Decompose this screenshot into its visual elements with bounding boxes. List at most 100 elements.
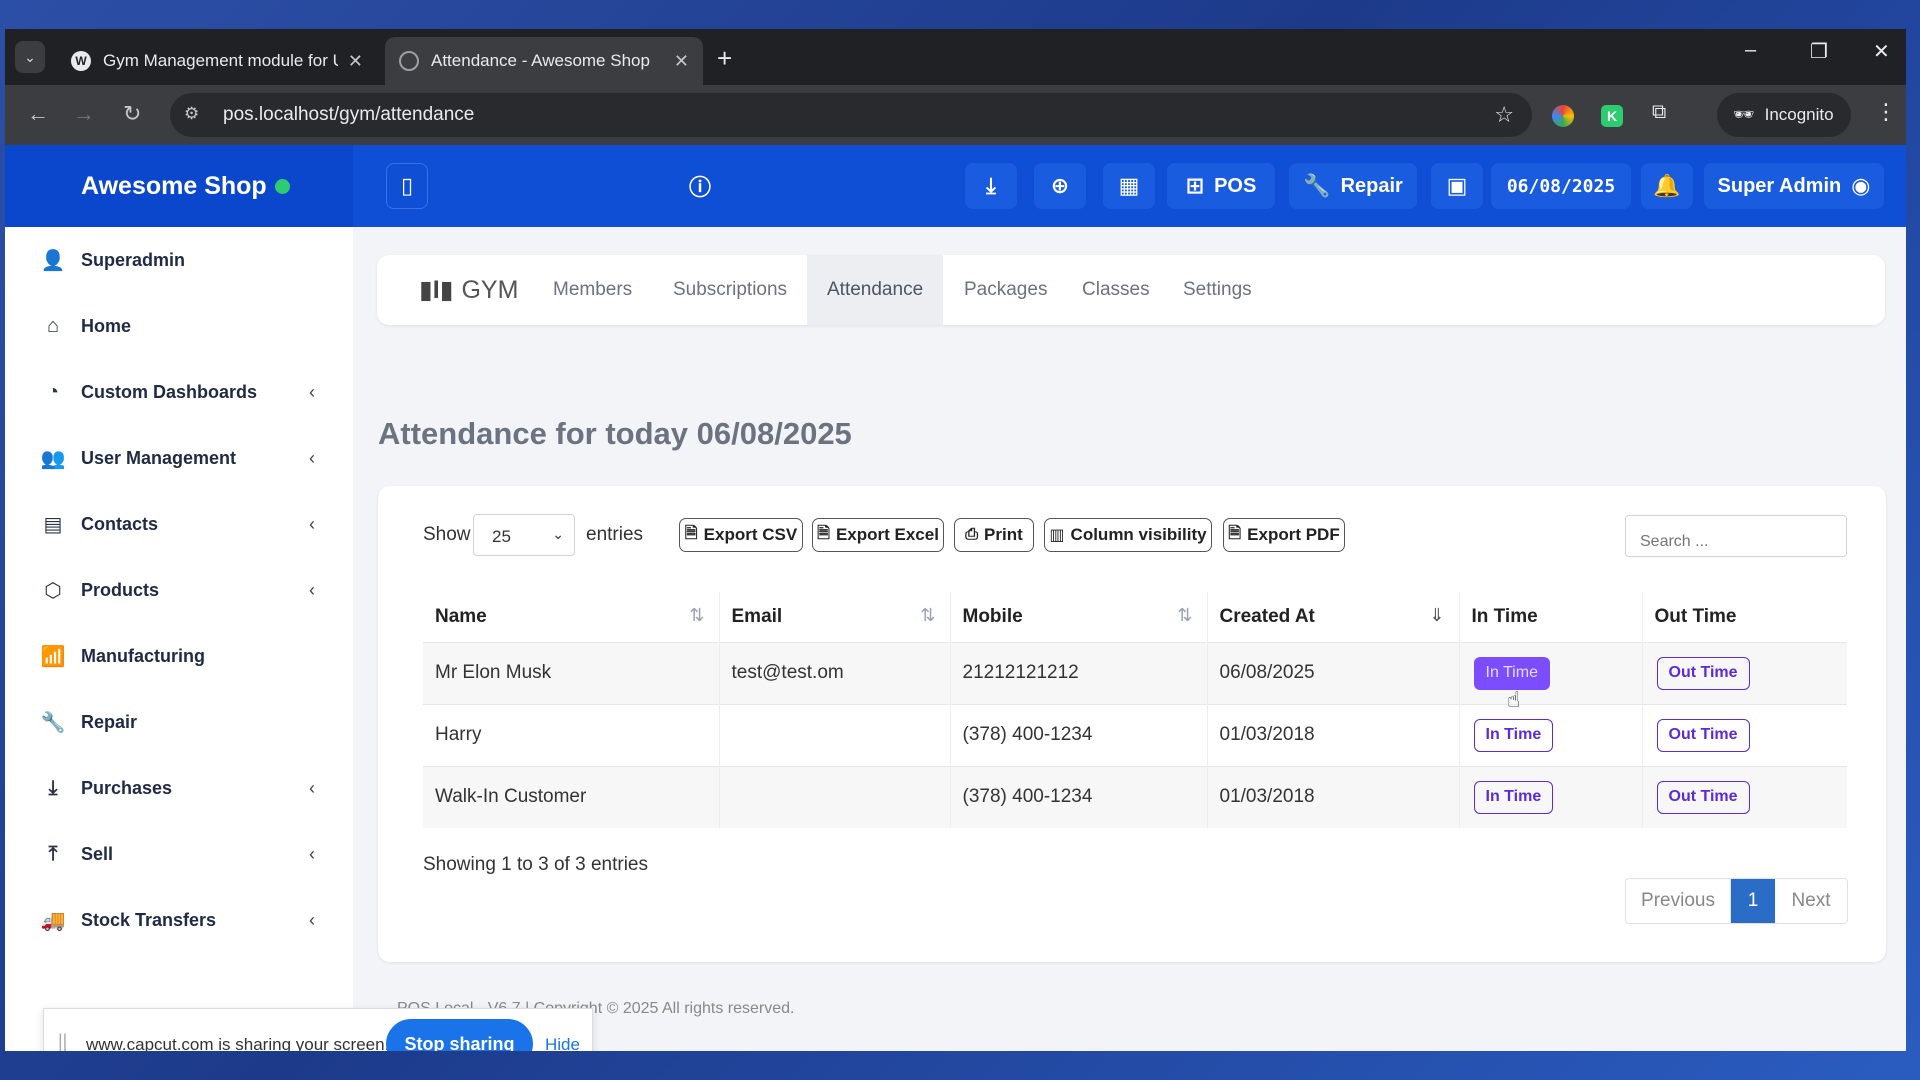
drag-handle-icon[interactable]: ||	[58, 1031, 67, 1051]
wrench-icon: 🔧	[40, 711, 66, 734]
tab-classes[interactable]: Classes	[1082, 255, 1150, 325]
sidebar-item-purchases[interactable]: ⤓ Purchases ‹	[5, 755, 353, 821]
stop-sharing-button[interactable]: Stop sharing	[386, 1019, 533, 1051]
bookmark-star-icon[interactable]: ☆	[1494, 102, 1514, 128]
cash-register-button[interactable]: ▣	[1431, 163, 1483, 209]
close-window-button[interactable]: ✕	[1873, 39, 1890, 64]
sidebar-item-label: Custom Dashboards	[81, 381, 258, 402]
sidebar-item-repair[interactable]: 🔧 Repair	[5, 689, 353, 755]
entries-value: 25	[492, 527, 511, 546]
calculator-button[interactable]: ▦	[1103, 163, 1155, 209]
mouse-pointer-icon: ☝	[1507, 687, 1521, 712]
tab-search-button[interactable]: ⌄	[15, 41, 45, 73]
browser-tab-attendance[interactable]: Attendance - Awesome Shop ✕	[385, 37, 703, 85]
toolbar: ← → ↻ ⚙ pos.localhost/gym/attendance ☆ K…	[5, 85, 1906, 145]
export-excel-label: Export Excel	[835, 525, 939, 544]
sidebar-item-user-management[interactable]: 👥 User Management ‹	[5, 425, 353, 491]
printer-icon: ⎙	[965, 526, 979, 543]
notifications-button[interactable]: 🔔	[1641, 163, 1693, 209]
add-button[interactable]: ⊕	[1034, 163, 1086, 209]
browser-menu-icon[interactable]: ⋮	[1875, 99, 1897, 125]
url-text: pos.localhost/gym/attendance	[223, 104, 475, 125]
export-csv-button[interactable]: 🗎 Export CSV	[679, 518, 803, 552]
column-header-label: Name	[435, 605, 487, 627]
export-pdf-label: Export PDF	[1247, 525, 1340, 544]
sidebar-item-custom-dashboards[interactable]: ◔ Custom Dashboards ‹	[5, 359, 353, 425]
sidebar-item-sell[interactable]: ⤒ Sell ‹	[5, 821, 353, 887]
bell-icon: 🔔	[1653, 173, 1681, 198]
print-button[interactable]: ⎙ Print	[954, 518, 1034, 552]
cell-in-time: In Time	[1459, 703, 1643, 766]
incognito-indicator[interactable]: 🕶 Incognito	[1717, 93, 1851, 137]
columns-icon: ▥	[1049, 527, 1065, 544]
sidebar-item-superadmin[interactable]: 👤 Superadmin	[5, 227, 353, 293]
chart-icon: 📶	[40, 645, 66, 668]
sidebar-item-label: Contacts	[81, 513, 159, 534]
column-header-created-at[interactable]: Created At ⇓	[1207, 592, 1460, 642]
sidebar-item-products[interactable]: ⬡ Products ‹	[5, 557, 353, 623]
user-menu-button[interactable]: Super Admin ◉	[1704, 163, 1884, 209]
next-page-button[interactable]: Next	[1775, 879, 1847, 923]
sidebar-item-label: Sell	[81, 843, 114, 864]
restore-button[interactable]: ❐	[1810, 39, 1828, 64]
back-button[interactable]: ←	[27, 101, 49, 127]
entries-select[interactable]: 25 ⌄	[473, 514, 575, 556]
brand[interactable]: Awesome Shop	[5, 145, 353, 227]
extension-k-icon[interactable]: K	[1601, 105, 1623, 127]
table-row: Mr Elon Musk test@test.om 21212121212 06…	[423, 641, 1847, 704]
site-info-icon[interactable]: ⚙	[184, 104, 199, 124]
column-header-mobile[interactable]: Mobile ⇅	[950, 592, 1208, 642]
sidebar-item-stock-transfers[interactable]: 🚚 Stock Transfers ‹	[5, 887, 353, 953]
address-bar[interactable]: ⚙ pos.localhost/gym/attendance ☆	[170, 93, 1532, 137]
chevron-left-icon: ‹	[309, 777, 315, 798]
out-time-button[interactable]: Out Time	[1656, 656, 1750, 690]
page-1-button[interactable]: 1	[1731, 879, 1775, 923]
gym-brand[interactable]: ▮I▮ GYM	[419, 255, 518, 325]
export-excel-button[interactable]: 🗎 Export Excel	[812, 518, 944, 552]
search-input[interactable]	[1625, 515, 1847, 557]
pos-button[interactable]: ⊞ POS	[1167, 163, 1275, 209]
reload-button[interactable]: ↻	[123, 101, 141, 127]
in-time-button[interactable]: In Time	[1473, 656, 1550, 690]
column-header-email[interactable]: Email ⇅	[719, 592, 951, 642]
app-header: Awesome Shop ▯ ⓘ ⤓ ⊕ ▦ ⊞ POS 🔧 Repair ▣ …	[5, 145, 1906, 227]
extensions-puzzle-icon[interactable]: ⧉	[1652, 101, 1674, 123]
sidebar-item-home[interactable]: ⌂ Home	[5, 293, 353, 359]
tab-packages[interactable]: Packages	[964, 255, 1047, 325]
sidebar-toggle-button[interactable]: ▯	[386, 163, 428, 209]
cell-name: Harry	[423, 703, 720, 766]
attendance-card: Show 25 ⌄ entries 🗎 Export CSV 🗎 Export Ex…	[378, 486, 1886, 962]
minimize-button[interactable]: –	[1745, 39, 1756, 62]
cell-in-time: In Time	[1459, 765, 1643, 828]
tab-settings[interactable]: Settings	[1183, 255, 1252, 325]
column-header-name[interactable]: Name ⇅	[423, 592, 720, 642]
download-button[interactable]: ⤓	[965, 163, 1017, 209]
tab-attendance[interactable]: Attendance	[807, 255, 944, 325]
cell-mobile: 21212121212	[950, 641, 1208, 704]
user-cog-icon: 👤	[40, 249, 66, 272]
close-tab-icon[interactable]: ✕	[348, 51, 363, 72]
info-button[interactable]: ⓘ	[677, 163, 723, 209]
chevron-left-icon: ‹	[309, 579, 315, 600]
in-time-button[interactable]: In Time	[1473, 780, 1554, 814]
in-time-button[interactable]: In Time	[1473, 718, 1554, 752]
out-time-button[interactable]: Out Time	[1656, 780, 1750, 814]
tab-subscriptions[interactable]: Subscriptions	[673, 255, 787, 325]
tab-members[interactable]: Members	[553, 255, 632, 325]
wrench-icon: 🔧	[1303, 173, 1331, 198]
sidebar-item-contacts[interactable]: ▤ Contacts ‹	[5, 491, 353, 557]
export-pdf-button[interactable]: 🗎 Export PDF	[1223, 518, 1345, 552]
new-tab-button[interactable]: +	[717, 43, 732, 74]
plus-circle-icon: ⊕	[1050, 173, 1070, 198]
forward-button[interactable]: →	[73, 101, 95, 127]
repair-button[interactable]: 🔧 Repair	[1289, 163, 1417, 209]
browser-tab-gym[interactable]: W Gym Management module for U ✕	[57, 37, 377, 85]
previous-page-button[interactable]: Previous	[1626, 879, 1731, 923]
column-header-label: Email	[731, 605, 783, 627]
sidebar-item-manufacturing[interactable]: 📶 Manufacturing	[5, 623, 353, 689]
out-time-button[interactable]: Out Time	[1656, 718, 1750, 752]
extension-color-icon[interactable]	[1552, 105, 1574, 127]
hide-button[interactable]: Hide	[545, 1035, 580, 1051]
close-tab-icon[interactable]: ✕	[674, 51, 689, 72]
column-visibility-button[interactable]: ▥ Column visibility	[1044, 518, 1212, 552]
